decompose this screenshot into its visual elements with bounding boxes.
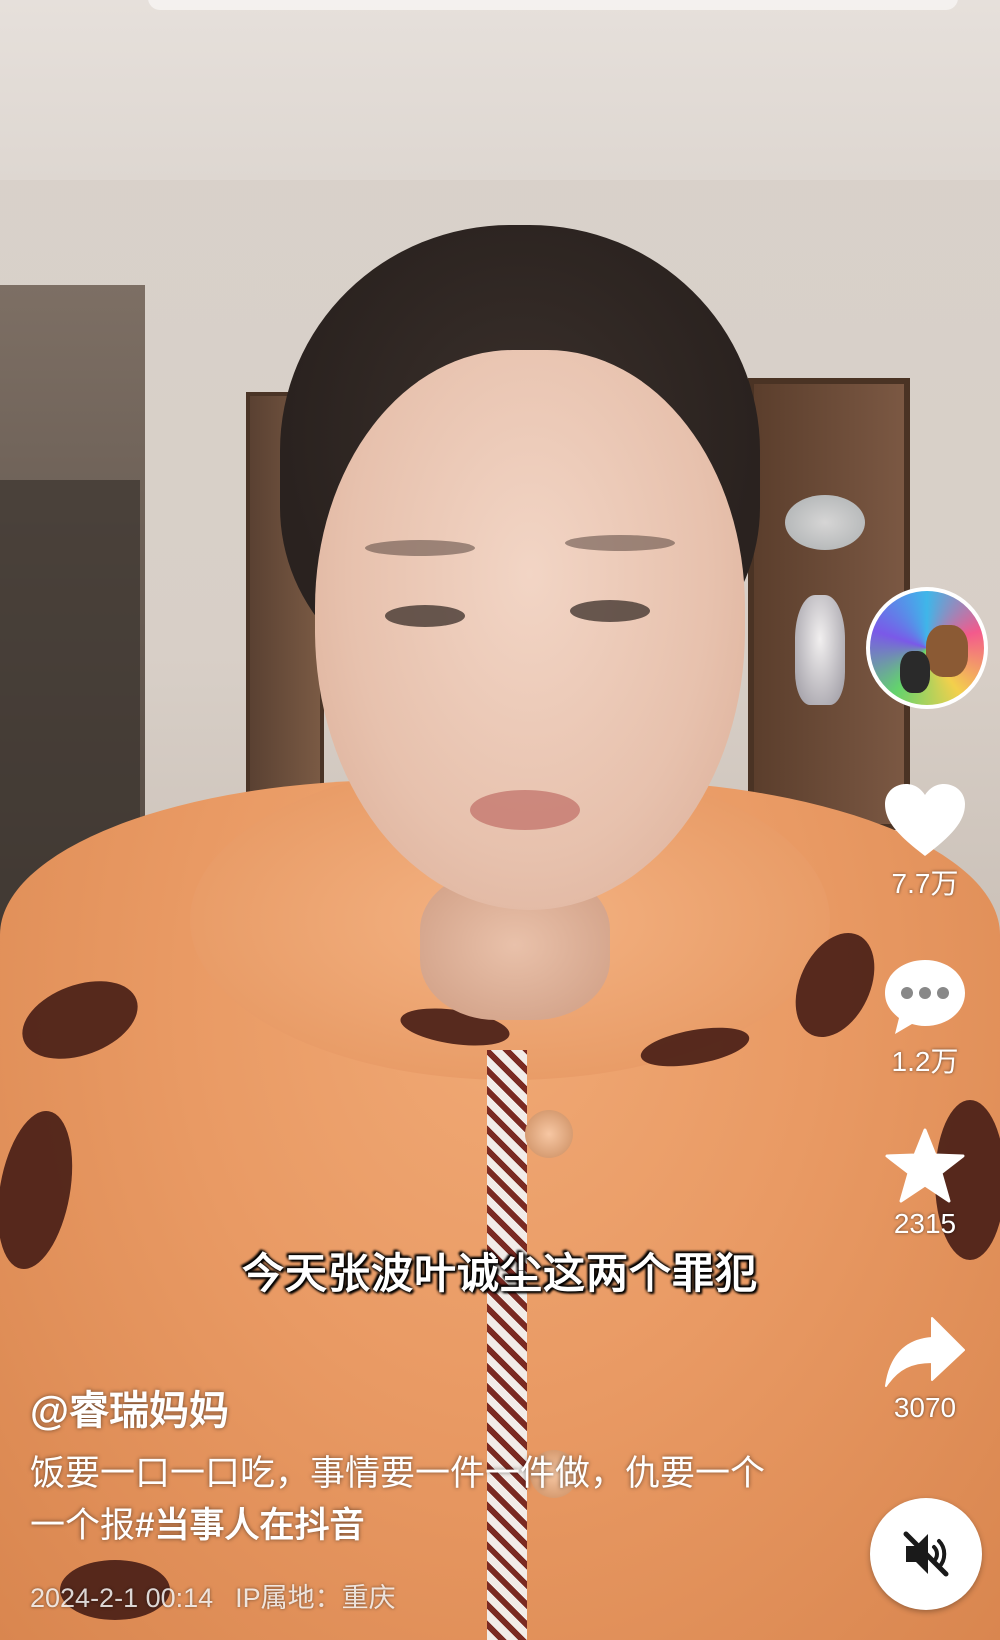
heart-icon bbox=[885, 784, 965, 856]
vase-ornament bbox=[795, 595, 845, 705]
top-search-bar[interactable] bbox=[148, 0, 958, 10]
eyebrow bbox=[365, 540, 475, 556]
robe-button bbox=[525, 1110, 573, 1158]
avatar-bear bbox=[926, 625, 968, 677]
post-date: 2024-2-1 00:14 bbox=[30, 1583, 214, 1613]
mouth bbox=[470, 790, 580, 830]
author-name[interactable]: @睿瑞妈妈 bbox=[30, 1378, 229, 1436]
video-subtitle: 今天张波叶诚尘这两个罪犯 bbox=[241, 1250, 758, 1297]
post-description: 饭要一口一口吃，事情要一件一件做，仇要一个一个报#当事人在抖音 bbox=[30, 1448, 770, 1552]
eyebrow bbox=[565, 535, 675, 551]
share-arrow-icon bbox=[885, 1317, 965, 1387]
mute-button[interactable] bbox=[870, 1498, 982, 1610]
swan-ornament bbox=[785, 495, 865, 550]
favorite-count: 2315 bbox=[893, 1208, 957, 1239]
share-count: 3070 bbox=[893, 1392, 957, 1423]
favorite-button[interactable]: 2315 bbox=[875, 1128, 975, 1240]
creator-avatar[interactable] bbox=[866, 587, 988, 709]
post-meta: 2024-2-1 00:14 IP属地：重庆 bbox=[30, 1576, 418, 1615]
avatar-person bbox=[900, 651, 930, 693]
ceiling bbox=[0, 0, 1000, 180]
like-count: 7.7万 bbox=[891, 868, 959, 899]
star-icon bbox=[885, 1128, 965, 1203]
eye bbox=[385, 605, 465, 627]
comment-button[interactable]: 1.2万 bbox=[875, 958, 975, 1080]
share-button[interactable]: 3070 bbox=[875, 1316, 975, 1424]
comment-count: 1.2万 bbox=[891, 1046, 959, 1077]
ip-location: IP属地：重庆 bbox=[235, 1583, 396, 1613]
eye bbox=[570, 600, 650, 622]
speaker-muted-icon bbox=[903, 1531, 949, 1577]
hashtag-link[interactable]: #当事人在抖音 bbox=[135, 1506, 364, 1545]
comment-bubble-icon bbox=[885, 960, 965, 1034]
like-button[interactable]: 7.7万 bbox=[875, 782, 975, 902]
